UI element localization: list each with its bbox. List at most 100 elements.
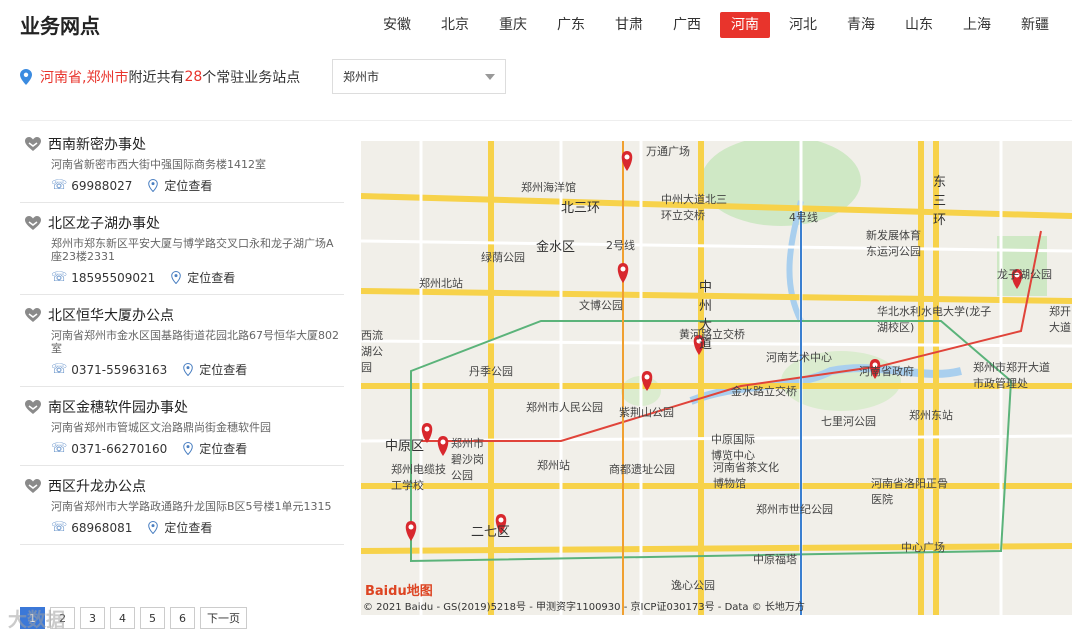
location-prefix: 附近共有 bbox=[128, 70, 185, 86]
map-label: 绿荫公园 bbox=[481, 251, 525, 264]
office-name: 南区金穗软件园办事处 bbox=[48, 400, 188, 416]
province-tab[interactable]: 新疆 bbox=[1010, 12, 1060, 38]
province-tab[interactable]: 上海 bbox=[952, 12, 1002, 38]
map-label: 中原福塔 bbox=[753, 553, 797, 566]
map-label: 中州大道北三环立交桥 bbox=[661, 193, 727, 222]
handshake-icon bbox=[25, 308, 41, 322]
province-tab[interactable]: 北京 bbox=[430, 12, 480, 38]
map-view[interactable]: 万通广场 郑州海洋馆 北三环 中州大道北三环立交桥 4号线 新发展体育东运河公园… bbox=[361, 141, 1072, 615]
office-item: 北区恒华大厦办公点 河南省郑州市金水区国基路街道花园北路67号恒华大厦802室 ☏ 0… bbox=[20, 295, 344, 387]
locate-link[interactable]: 定位查看 bbox=[183, 361, 247, 378]
office-list: 西南新密办事处 河南省新密市西大街中强国际商务楼1412室 ☏ 69988027 定位查… bbox=[20, 124, 344, 545]
map-label: 逸心公园 bbox=[671, 579, 715, 592]
office-header: 西南新密办事处 bbox=[24, 134, 344, 154]
map-label: 2号线 bbox=[606, 239, 635, 252]
location-pin-icon bbox=[20, 69, 32, 85]
location-region: 河南省,郑州市 bbox=[40, 70, 129, 86]
map-label: 郑州东站 bbox=[909, 409, 953, 422]
map-label: 西流湖公园 bbox=[361, 329, 383, 374]
office-meta: ☏ 68968081 定位查看 bbox=[51, 519, 344, 536]
map-label: 郑州电缆技工学校 bbox=[391, 463, 446, 492]
locate-link-label: 定位查看 bbox=[199, 363, 248, 377]
page-button[interactable]: 6 bbox=[170, 607, 195, 629]
province-tabs: 安徽 北京 重庆 广东 甘肃 广西 河南 河北 青海 山东 上海 新疆 bbox=[364, 12, 1060, 38]
map-label: 河南省洛阳正骨医院 bbox=[871, 477, 948, 506]
map-label: 中心广场 bbox=[901, 541, 945, 554]
map-label: 二七区 bbox=[471, 525, 511, 540]
office-phone: 69988027 bbox=[71, 178, 133, 193]
office-header: 北区龙子湖办事处 bbox=[24, 213, 344, 233]
map-label: 商都遗址公园 bbox=[609, 463, 675, 476]
page-title: 业务网点 bbox=[20, 14, 100, 38]
map-label: 郑开大道 bbox=[1049, 305, 1071, 334]
phone-icon: ☏ bbox=[51, 178, 68, 193]
office-header: 北区恒华大厦办公点 bbox=[24, 305, 344, 325]
location-suffix: 个常驻业务站点 bbox=[202, 70, 301, 86]
map-label: 郑州市郑开大道市政管理处 bbox=[973, 361, 1050, 390]
province-tab[interactable]: 山东 bbox=[894, 12, 944, 38]
map-marker-icon[interactable] bbox=[405, 521, 417, 541]
page-button[interactable]: 5 bbox=[140, 607, 165, 629]
province-tab[interactable]: 广东 bbox=[546, 12, 596, 38]
map-label: 郑州市人民公园 bbox=[526, 401, 603, 414]
location-summary: 河南省,郑州市 附近共有 28 个常驻业务站点 bbox=[20, 60, 300, 94]
office-phone: 0371-66270160 bbox=[71, 441, 168, 456]
locate-link[interactable]: 定位查看 bbox=[148, 519, 212, 536]
map-label: 北三环 bbox=[561, 201, 601, 216]
handshake-icon bbox=[25, 137, 41, 151]
map-marker-icon[interactable] bbox=[617, 263, 629, 283]
office-name: 北区恒华大厦办公点 bbox=[48, 308, 174, 324]
map-label: 丹季公园 bbox=[469, 365, 513, 378]
locate-link-label: 定位查看 bbox=[164, 179, 213, 193]
map-copyright: © 2021 Baidu - GS(2019)5218号 - 甲测资字11009… bbox=[363, 602, 805, 613]
province-tab[interactable]: 河南 bbox=[720, 12, 770, 38]
map-marker-icon[interactable] bbox=[437, 436, 449, 456]
map-label: 龙子湖公园 bbox=[997, 268, 1052, 281]
office-meta: ☏ 18595509021 定位查看 bbox=[51, 269, 344, 286]
office-item: 北区龙子湖办事处 郑州市郑东新区平安大厦与博学路交叉口永和龙子湖广场A座23楼23… bbox=[20, 203, 344, 295]
location-pin-icon bbox=[171, 271, 182, 284]
map-label: 紫荆山公园 bbox=[619, 406, 674, 419]
map-label: 新发展体育东运河公园 bbox=[866, 229, 921, 258]
office-item: 南区金穗软件园办事处 河南省郑州市管城区文治路鼎尚街金穗软件园 ☏ 0371-6627… bbox=[20, 387, 344, 466]
office-meta: ☏ 0371-66270160 定位查看 bbox=[51, 440, 344, 457]
phone-icon: ☏ bbox=[51, 270, 68, 285]
map-label: 金水路立交桥 bbox=[731, 385, 797, 398]
page-button[interactable]: 3 bbox=[80, 607, 105, 629]
office-name: 北区龙子湖办事处 bbox=[48, 216, 160, 232]
page-button[interactable]: 4 bbox=[110, 607, 135, 629]
map-label: 河南省政府 bbox=[859, 365, 914, 378]
province-tab[interactable]: 安徽 bbox=[372, 12, 422, 38]
province-tab[interactable]: 广西 bbox=[662, 12, 712, 38]
city-dropdown[interactable]: 郑州市 bbox=[332, 59, 506, 94]
map-label: 华北水利水电大学(龙子湖校区) bbox=[877, 305, 992, 334]
office-item: 西南新密办事处河南省新密市西大街中强国际商务楼1412室 ☏ 69988027 定位查… bbox=[20, 124, 344, 203]
office-name: 西区升龙办公点 bbox=[48, 479, 146, 495]
next-page-button[interactable]: 下一页 bbox=[200, 607, 247, 629]
office-header: 南区金穗软件园办事处 bbox=[24, 397, 344, 417]
office-meta: ☏ 69988027 定位查看 bbox=[51, 177, 344, 194]
province-tab[interactable]: 河北 bbox=[778, 12, 828, 38]
site-count: 28 bbox=[184, 69, 203, 85]
baidu-logo: Baidu地图 bbox=[365, 584, 433, 599]
locate-link[interactable]: 定位查看 bbox=[183, 440, 247, 457]
office-address: 河南省郑州市大学路政通路升龙国际B区5号楼1单元1315 bbox=[51, 500, 332, 513]
office-phone: 0371-55963163 bbox=[71, 362, 168, 377]
office-address: 河南省新密市西大街中强国际商务楼1412室 bbox=[51, 158, 266, 171]
locate-link[interactable]: 定位查看 bbox=[171, 269, 235, 286]
map-label: 万通广场 bbox=[646, 145, 690, 158]
locate-link-label: 定位查看 bbox=[187, 271, 236, 285]
province-tab[interactable]: 青海 bbox=[836, 12, 886, 38]
office-header: 西区升龙办公点 bbox=[24, 476, 344, 496]
province-tab[interactable]: 重庆 bbox=[488, 12, 538, 38]
watermark: 大数据 bbox=[8, 609, 66, 631]
divider bbox=[20, 120, 1072, 121]
phone-icon: ☏ bbox=[51, 520, 68, 535]
office-item: 西区升龙办公点河南省郑州市大学路政通路升龙国际B区5号楼1单元1315 ☏ 6896… bbox=[20, 466, 344, 545]
handshake-icon bbox=[25, 479, 41, 493]
phone-icon: ☏ bbox=[51, 441, 68, 456]
locate-link-label: 定位查看 bbox=[199, 442, 248, 456]
province-tab[interactable]: 甘肃 bbox=[604, 12, 654, 38]
map-label: 4号线 bbox=[789, 211, 818, 224]
locate-link[interactable]: 定位查看 bbox=[148, 177, 212, 194]
